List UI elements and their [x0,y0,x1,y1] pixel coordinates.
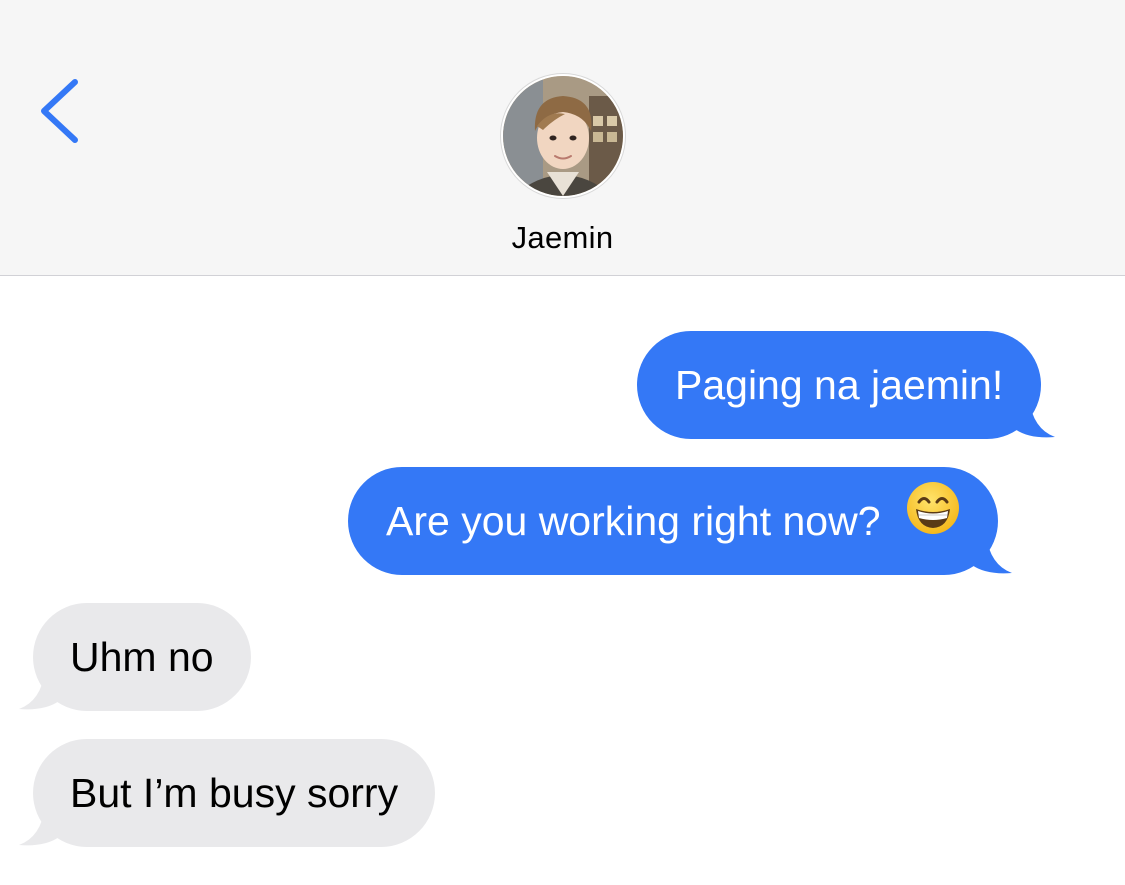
contact-name[interactable]: Jaemin [0,220,1125,256]
conversation-header: Jaemin [0,0,1125,276]
message-text: Paging na jaemin! [675,362,1004,408]
sent-message-bubble[interactable]: Paging na jaemin! [637,331,1056,439]
message-thread: Paging na jaemin! Are you working right … [0,277,1125,885]
message-text: Uhm no [70,634,214,680]
bubble-tail [1015,399,1056,438]
bubble-tail [971,535,1012,574]
contact-photo [503,76,623,196]
message-text: Are you working right now? [386,498,881,544]
message-text: But I’m busy sorry [70,770,399,816]
avatar[interactable] [501,74,625,198]
grinning-face-with-smiling-eyes-emoji [906,467,960,575]
chevron-left-icon [41,79,78,143]
received-message-bubble[interactable]: But I’m busy sorry [19,739,436,847]
received-message-bubble[interactable]: Uhm no [19,603,251,711]
bubble-tail [19,807,59,846]
bubble-tail [19,671,59,710]
sent-message-bubble[interactable]: Are you working right now? [348,467,1012,575]
back-button[interactable] [30,70,100,150]
